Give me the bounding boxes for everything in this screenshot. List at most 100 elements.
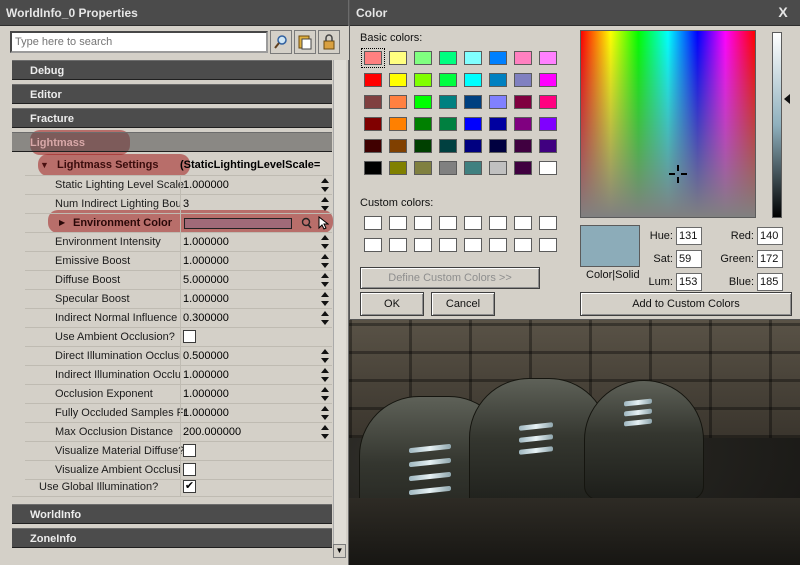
custom-color-swatch[interactable] [489, 238, 507, 252]
property-value[interactable]: 1.000000 [183, 236, 229, 248]
basic-color-swatch[interactable] [489, 95, 507, 109]
custom-color-swatch[interactable] [389, 238, 407, 252]
spinner-arrows-icon[interactable] [320, 405, 330, 421]
property-row[interactable]: Indirect Normal Influence 0.300000 [25, 309, 332, 328]
basic-color-swatch[interactable] [364, 73, 382, 87]
spinner-arrows-icon[interactable] [320, 424, 330, 440]
expand-right-arrow-icon[interactable]: ▶ [59, 218, 65, 227]
custom-color-swatch[interactable] [464, 238, 482, 252]
copy-button[interactable] [294, 30, 316, 54]
basic-color-swatch[interactable] [389, 51, 407, 65]
custom-color-swatch[interactable] [489, 216, 507, 230]
property-value[interactable]: 5.000000 [183, 274, 229, 286]
use-global-illumination-checkbox[interactable]: ✔ [183, 480, 196, 493]
spinner-arrows-icon[interactable] [320, 253, 330, 269]
basic-color-swatch[interactable] [464, 161, 482, 175]
lock-button[interactable] [318, 30, 340, 54]
property-value[interactable]: 200.000000 [183, 426, 241, 438]
category-debug[interactable]: Debug [12, 60, 332, 80]
spinner-arrows-icon[interactable] [320, 272, 330, 288]
basic-color-swatch[interactable] [514, 161, 532, 175]
custom-color-swatch[interactable] [539, 238, 557, 252]
property-row[interactable]: Specular Boost 1.000000 [25, 290, 332, 309]
property-row[interactable]: Fully Occluded Samples Fr 1.000000 [25, 404, 332, 423]
spinner-arrows-icon[interactable] [320, 196, 330, 212]
ok-button[interactable]: OK [360, 292, 424, 316]
spinner-arrows-icon[interactable] [320, 234, 330, 250]
basic-color-swatch[interactable] [539, 51, 557, 65]
custom-color-swatch[interactable] [439, 216, 457, 230]
property-row[interactable]: Num Indirect Lighting Bou 3 [25, 195, 332, 214]
basic-color-swatch[interactable] [514, 117, 532, 131]
basic-color-swatch[interactable] [364, 139, 382, 153]
spinner-arrows-icon[interactable] [320, 177, 330, 193]
category-editor[interactable]: Editor [12, 84, 332, 104]
property-row[interactable]: Visualize Ambient Occlusi [25, 461, 332, 480]
basic-color-swatch[interactable] [439, 139, 457, 153]
spinner-arrows-icon[interactable] [320, 310, 330, 326]
hue-field[interactable]: 131 [676, 227, 702, 245]
close-button[interactable]: X [774, 3, 792, 21]
define-custom-colors-button[interactable]: Define Custom Colors >> [360, 267, 540, 289]
lightmass-settings-row[interactable]: ▼ Lightmass Settings (StaticLightingLeve… [25, 156, 332, 176]
basic-color-swatch[interactable] [539, 73, 557, 87]
custom-color-swatch[interactable] [464, 216, 482, 230]
basic-color-swatch[interactable] [489, 73, 507, 87]
property-row[interactable]: Emissive Boost 1.000000 [25, 252, 332, 271]
sat-field[interactable]: 59 [676, 250, 702, 268]
basic-color-swatch[interactable] [361, 48, 385, 68]
luminosity-slider[interactable] [772, 32, 782, 218]
category-fracture[interactable]: Fracture [12, 108, 332, 128]
property-value[interactable]: 0.500000 [183, 350, 229, 362]
basic-color-swatch[interactable] [464, 117, 482, 131]
property-value[interactable]: 3 [183, 198, 189, 210]
property-value[interactable]: 1.000000 [183, 255, 229, 267]
custom-color-swatch[interactable] [439, 238, 457, 252]
property-value[interactable]: 0.300000 [183, 312, 229, 324]
custom-color-swatch[interactable] [364, 238, 382, 252]
basic-color-swatch[interactable] [364, 95, 382, 109]
lum-field[interactable]: 153 [676, 273, 702, 291]
basic-color-swatch[interactable] [414, 117, 432, 131]
basic-color-swatch[interactable] [414, 95, 432, 109]
property-row[interactable]: Occlusion Exponent 1.000000 [25, 385, 332, 404]
custom-color-swatch[interactable] [414, 216, 432, 230]
color-spectrum[interactable] [580, 30, 756, 218]
custom-color-swatch[interactable] [389, 216, 407, 230]
eyedropper-icon[interactable] [317, 215, 330, 232]
custom-color-swatch[interactable] [514, 238, 532, 252]
basic-color-swatch[interactable] [439, 95, 457, 109]
property-row[interactable]: Use Ambient Occlusion? [25, 328, 332, 347]
basic-color-swatch[interactable] [364, 117, 382, 131]
green-field[interactable]: 172 [757, 250, 783, 268]
property-value[interactable]: 1.000000 [183, 388, 229, 400]
environment-color-row[interactable]: Environment Color ▶ [25, 214, 332, 233]
property-checkbox[interactable] [183, 444, 196, 457]
property-row[interactable]: Environment Intensity 1.000000 [25, 233, 332, 252]
basic-color-swatch[interactable] [439, 51, 457, 65]
property-value[interactable]: 1.000000 [183, 293, 229, 305]
basic-color-swatch[interactable] [439, 117, 457, 131]
cancel-button[interactable]: Cancel [431, 292, 495, 316]
basic-color-swatch[interactable] [439, 161, 457, 175]
level-viewport[interactable] [349, 318, 800, 565]
category-lightmass[interactable]: Lightmass [12, 132, 332, 152]
basic-color-swatch[interactable] [364, 161, 382, 175]
category-worldinfo[interactable]: WorldInfo [12, 504, 332, 524]
basic-color-swatch[interactable] [489, 117, 507, 131]
basic-color-swatch[interactable] [389, 117, 407, 131]
spinner-arrows-icon[interactable] [320, 348, 330, 364]
property-row[interactable]: Diffuse Boost 5.000000 [25, 271, 332, 290]
luminosity-arrow-icon[interactable] [784, 94, 790, 104]
property-row[interactable]: Visualize Material Diffuse? [25, 442, 332, 461]
basic-color-swatch[interactable] [464, 139, 482, 153]
custom-color-swatch[interactable] [414, 238, 432, 252]
basic-color-swatch[interactable] [539, 161, 557, 175]
basic-color-swatch[interactable] [489, 51, 507, 65]
basic-color-swatch[interactable] [414, 73, 432, 87]
spinner-arrows-icon[interactable] [320, 367, 330, 383]
basic-color-swatch[interactable] [389, 161, 407, 175]
custom-color-swatch[interactable] [514, 216, 532, 230]
spinner-arrows-icon[interactable] [320, 386, 330, 402]
scroll-down-arrow-icon[interactable]: ▼ [333, 544, 346, 558]
